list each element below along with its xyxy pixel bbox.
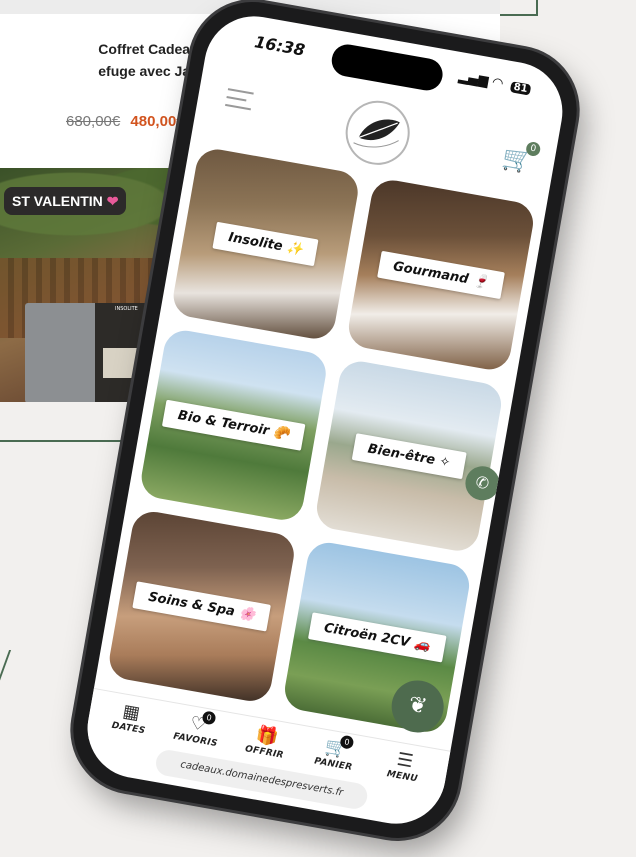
frame-line xyxy=(500,14,538,16)
bubbles-icon: ✧ xyxy=(438,454,452,471)
category-label-text: Insolite xyxy=(227,230,284,255)
category-label-text: Citroën 2CV xyxy=(322,620,411,651)
wifi-icon: ◠ xyxy=(491,75,504,92)
nav-menu[interactable]: ☰ MENU xyxy=(369,745,440,788)
new-price: 480,00€ xyxy=(130,113,185,130)
category-label: Soins & Spa 🌸 xyxy=(132,581,272,632)
product-price: 680,00€ 480,00€ xyxy=(66,113,185,130)
favoris-count-badge: 0 xyxy=(201,710,217,726)
st-valentin-badge: ST VALENTIN ❤ xyxy=(4,187,127,215)
heart-icon: ❤ xyxy=(106,193,119,209)
nav-favoris[interactable]: ♡ 0 FAVORIS xyxy=(162,708,233,751)
category-label-text: Bio & Terroir xyxy=(176,408,271,439)
category-tile-bien-etre[interactable]: Bien-être ✧ xyxy=(313,358,505,555)
nav-dates[interactable]: ▦ DATES xyxy=(95,696,166,739)
category-label: Bio & Terroir 🥐 xyxy=(161,399,306,451)
wine-glass-icon: 🍷 xyxy=(471,273,490,291)
category-label-text: Soins & Spa xyxy=(147,589,236,620)
brand-logo[interactable] xyxy=(340,95,415,170)
category-label: Gourmand 🍷 xyxy=(377,250,505,300)
hamburger-menu-icon[interactable] xyxy=(224,88,254,116)
category-label-text: Gourmand xyxy=(391,259,470,288)
signal-icon: ▂▄▆ xyxy=(457,69,490,90)
frame-line xyxy=(0,650,18,700)
status-time: 16:38 xyxy=(253,32,307,60)
battery-icon: 81 xyxy=(509,81,532,96)
nav-offrir[interactable]: 🎁 OFFRIR xyxy=(231,720,302,763)
phone-chat-icon: ✆ xyxy=(474,472,491,494)
header-cart-button[interactable]: 🛒 0 xyxy=(500,140,542,176)
category-label-text: Bien-être xyxy=(366,441,437,469)
category-tile-insolite[interactable]: Insolite ✨ xyxy=(170,146,362,342)
dynamic-island xyxy=(329,41,446,93)
booklet-tag: INSOLITE xyxy=(115,306,138,312)
panier-count-badge: 0 xyxy=(339,734,355,750)
nav-panier[interactable]: 🛒 0 PANIER xyxy=(300,732,371,775)
flower-icon: 🌸 xyxy=(237,605,257,624)
old-price: 680,00€ xyxy=(66,113,121,130)
category-tile-soins-spa[interactable]: Soins & Spa 🌸 xyxy=(106,508,298,705)
status-icons: ▂▄▆ ◠ 81 xyxy=(457,69,532,96)
category-label: Bien-être ✧ xyxy=(351,433,467,480)
car-icon: 🚗 xyxy=(412,636,432,655)
croissant-icon: 🥐 xyxy=(272,424,291,443)
sparkle-icon: ✨ xyxy=(285,240,305,258)
category-tile-bio-terroir[interactable]: Bio & Terroir 🥐 xyxy=(138,327,330,524)
category-label: Insolite ✨ xyxy=(212,221,319,267)
category-tile-citroen-2cv[interactable]: Citroën 2CV 🚗 xyxy=(281,539,473,736)
category-tile-gourmand[interactable]: Gourmand 🍷 xyxy=(345,176,537,373)
st-valentin-label: ST VALENTIN xyxy=(12,193,103,209)
leaf-logo-icon xyxy=(353,119,400,148)
leaf-icon: ❦ xyxy=(406,692,430,720)
category-label: Citroën 2CV 🚗 xyxy=(307,612,447,663)
